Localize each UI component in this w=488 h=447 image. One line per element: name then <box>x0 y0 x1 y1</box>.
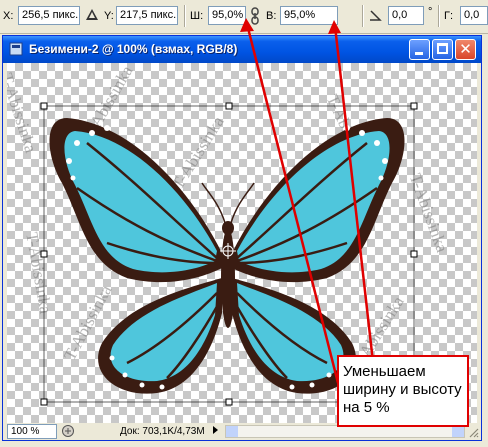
maximize-icon <box>437 43 448 54</box>
y-label: Y: <box>104 10 114 22</box>
angle-icon <box>370 10 382 21</box>
zoom-field[interactable]: 100 % <box>7 424 57 439</box>
status-menu-arrow-icon[interactable] <box>213 426 218 434</box>
maximize-button[interactable] <box>432 39 453 60</box>
scroll-right-icon[interactable] <box>452 426 464 437</box>
separator <box>184 5 186 27</box>
separator <box>362 5 364 27</box>
h-label: В: <box>266 10 277 22</box>
title-bar[interactable]: Безимени-2 @ 100% (взмах, RGB/8) ✕ <box>3 36 481 63</box>
scroll-left-icon[interactable] <box>226 426 238 437</box>
y-field[interactable]: 217,5 пикс. <box>116 6 178 25</box>
resize-grip-icon[interactable] <box>467 426 479 438</box>
window-title: Безимени-2 @ 100% (взмах, RGB/8) <box>29 42 238 56</box>
height-field[interactable]: 95,0% <box>280 6 338 25</box>
x-field[interactable]: 256,5 пикс. <box>18 6 80 25</box>
w-label: Ш: <box>190 10 204 22</box>
navigator-icon[interactable] <box>61 424 75 438</box>
delta-icon <box>86 9 98 20</box>
minimize-icon <box>415 52 423 55</box>
document-size-info: Док: 703,1K/4,73M <box>120 426 205 437</box>
photoshop-doc-icon <box>9 42 23 56</box>
separator <box>438 5 440 27</box>
link-chain-icon[interactable] <box>250 7 260 25</box>
degree-symbol: ° <box>428 6 433 18</box>
options-bar: X: 256,5 пикс. Y: 217,5 пикс. Ш: 95,0% В… <box>0 0 488 34</box>
skew-field[interactable]: 0,0 <box>460 6 488 25</box>
annotation-callout: Уменьшаем ширину и высоту на 5 % <box>337 355 469 427</box>
minimize-button[interactable] <box>409 39 430 60</box>
angle-field[interactable]: 0,0 <box>388 6 424 25</box>
close-icon: ✕ <box>459 40 472 58</box>
width-field[interactable]: 95,0% <box>208 6 246 25</box>
x-label: X: <box>3 10 14 22</box>
close-button[interactable]: ✕ <box>455 39 476 60</box>
g-label: Г: <box>444 10 454 22</box>
